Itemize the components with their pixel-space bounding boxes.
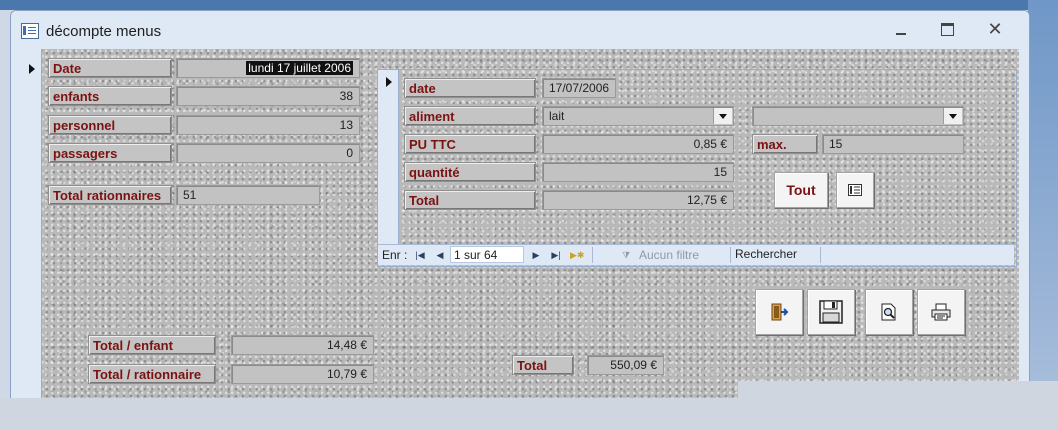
search-input[interactable]: Rechercher bbox=[732, 246, 820, 263]
access-form-window: décompte menus ✕ Date lundi 17 juillet 2… bbox=[10, 10, 1030, 400]
current-record-icon bbox=[29, 64, 35, 74]
nav-separator bbox=[820, 247, 821, 263]
record-selector[interactable] bbox=[21, 49, 42, 399]
label-pu-ttc: PU TTC bbox=[404, 134, 536, 154]
nav-prefix: Enr : bbox=[382, 248, 408, 262]
label-passagers: passagers bbox=[48, 143, 172, 163]
label-date: Date bbox=[48, 58, 172, 78]
pu-ttc-field[interactable]: 0,85 € bbox=[542, 134, 734, 154]
next-record-icon[interactable]: ▶ bbox=[530, 249, 542, 261]
sub-total-field[interactable]: 12,75 € bbox=[542, 190, 734, 210]
total-rationnaire-field[interactable]: 10,79 € bbox=[231, 364, 374, 384]
label-quantite: quantité bbox=[404, 162, 536, 182]
close-icon: ✕ bbox=[987, 19, 1003, 39]
personnel-field[interactable]: 13 bbox=[176, 115, 360, 135]
date-field[interactable]: lundi 17 juillet 2006 bbox=[176, 58, 360, 78]
print-preview-button[interactable] bbox=[865, 289, 913, 335]
label-enfants: enfants bbox=[48, 86, 172, 106]
subform-current-record-icon bbox=[386, 77, 392, 87]
filter-off-icon: ⧩ bbox=[621, 250, 631, 260]
passagers-field[interactable]: 0 bbox=[176, 143, 360, 163]
save-disk-icon bbox=[819, 300, 843, 324]
aliment-combo-value: lait bbox=[549, 109, 565, 123]
form-view-button[interactable] bbox=[836, 172, 874, 208]
previous-record-icon[interactable]: ◀ bbox=[434, 249, 446, 261]
tout-button[interactable]: Tout bbox=[774, 172, 828, 208]
first-record-icon[interactable]: |◀ bbox=[414, 249, 426, 261]
record-navigation-bar: Enr : |◀ ◀ 1 sur 64 ▶ ▶| ▶✱ ⧩ Aucun filt… bbox=[378, 244, 1014, 265]
total-enfant-field[interactable]: 14,48 € bbox=[231, 335, 374, 355]
chevron-down-icon[interactable] bbox=[713, 108, 732, 124]
form-detail: Date lundi 17 juillet 2006 enfants 38 pe… bbox=[21, 49, 1019, 399]
label-sub-date: date bbox=[404, 78, 536, 98]
grand-total-field[interactable]: 550,09 € bbox=[587, 355, 664, 375]
label-total-rationnaires: Total rationnaires bbox=[48, 185, 172, 205]
minimize-icon bbox=[896, 33, 906, 35]
max-field[interactable]: 15 bbox=[822, 134, 964, 154]
label-aliment: aliment bbox=[404, 106, 536, 126]
window-title: décompte menus bbox=[46, 23, 162, 40]
exit-button[interactable] bbox=[755, 289, 803, 335]
sub-date-field[interactable]: 17/07/2006 bbox=[542, 78, 616, 98]
nav-separator bbox=[730, 247, 731, 263]
aliment-secondary-combo[interactable] bbox=[752, 106, 964, 126]
desktop-edge bbox=[1028, 0, 1058, 400]
print-preview-icon bbox=[881, 303, 896, 321]
record-number-input[interactable]: 1 sur 64 bbox=[450, 246, 524, 263]
filter-status[interactable]: Aucun filtre bbox=[639, 245, 699, 265]
label-sub-total: Total bbox=[404, 190, 536, 210]
nav-separator bbox=[592, 247, 593, 263]
subform-record-selector[interactable] bbox=[378, 70, 399, 244]
quantite-field[interactable]: 15 bbox=[542, 162, 734, 182]
enfants-field[interactable]: 38 bbox=[176, 86, 360, 106]
printer-icon bbox=[931, 303, 951, 321]
minimize-button[interactable] bbox=[883, 17, 919, 41]
form-icon bbox=[21, 23, 39, 39]
label-grand-total: Total bbox=[512, 355, 574, 375]
status-bar-overlay bbox=[738, 381, 1058, 430]
close-button[interactable]: ✕ bbox=[977, 17, 1013, 41]
aliments-subform: date 17/07/2006 aliment lait PU TTC 0,85… bbox=[377, 69, 1017, 267]
form-view-icon bbox=[848, 184, 862, 196]
print-button[interactable] bbox=[917, 289, 965, 335]
label-max: max. bbox=[752, 134, 818, 154]
maximize-icon bbox=[940, 23, 954, 36]
date-field-value: lundi 17 juillet 2006 bbox=[246, 61, 353, 75]
new-record-icon[interactable]: ▶✱ bbox=[570, 249, 584, 261]
aliment-combo[interactable]: lait bbox=[542, 106, 734, 126]
chevron-down-icon[interactable] bbox=[943, 108, 962, 124]
total-rationnaires-field[interactable]: 51 bbox=[176, 185, 320, 205]
desktop-background bbox=[0, 0, 1058, 10]
title-bar: décompte menus ✕ bbox=[11, 11, 1029, 49]
label-total-rationnaire: Total / rationnaire bbox=[88, 364, 216, 384]
save-button[interactable] bbox=[807, 289, 855, 335]
label-total-enfant: Total / enfant bbox=[88, 335, 216, 355]
label-personnel: personnel bbox=[48, 115, 172, 135]
exit-door-icon bbox=[771, 303, 789, 321]
maximize-button[interactable] bbox=[929, 17, 965, 41]
last-record-icon[interactable]: ▶| bbox=[550, 249, 562, 261]
